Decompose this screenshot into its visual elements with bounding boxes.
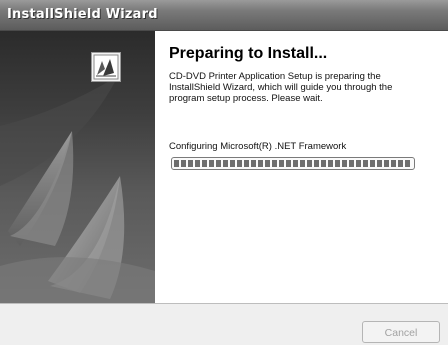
cancel-button[interactable]: Cancel: [362, 321, 440, 343]
status-text: Configuring Microsoft(R) .NET Framework: [169, 141, 347, 152]
progress-bar: [171, 157, 415, 170]
wizard-content-panel: Preparing to Install... CD-DVD Printer A…: [155, 31, 448, 303]
button-footer: Cancel: [0, 303, 448, 345]
decorative-sails-graphic: [0, 76, 155, 303]
installshield-wizard-window: InstallShield Wizard Preparing to Instal…: [0, 0, 448, 345]
wizard-side-panel: [0, 31, 155, 303]
title-bar[interactable]: InstallShield Wizard: [0, 0, 448, 31]
page-title: Preparing to Install...: [169, 45, 328, 62]
progress-bar-fill: [174, 160, 412, 167]
window-title: InstallShield Wizard: [7, 7, 158, 22]
installshield-logo-icon: [91, 52, 121, 82]
setup-description: CD-DVD Printer Application Setup is prep…: [169, 71, 393, 104]
